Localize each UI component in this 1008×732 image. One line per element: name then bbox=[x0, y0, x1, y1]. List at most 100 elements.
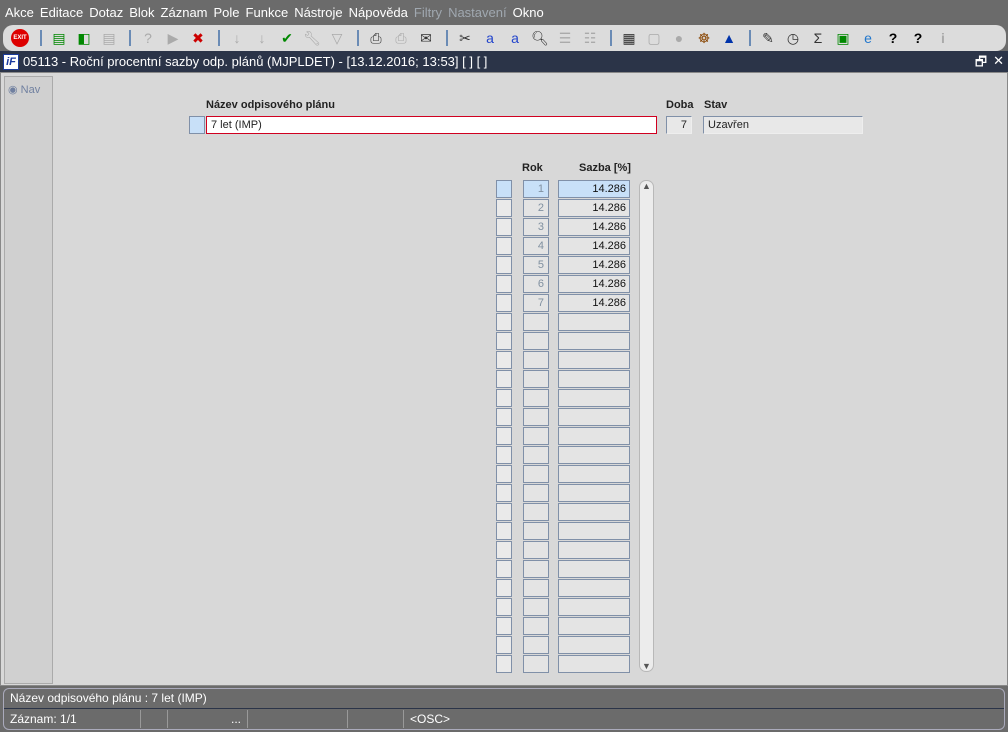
check-icon[interactable]: ✔ bbox=[276, 28, 298, 48]
row-indicator[interactable] bbox=[496, 180, 512, 198]
sazba-cell[interactable] bbox=[558, 503, 630, 521]
row-indicator[interactable] bbox=[496, 313, 512, 331]
row-indicator[interactable] bbox=[496, 218, 512, 236]
row-indicator[interactable] bbox=[496, 351, 512, 369]
sazba-cell[interactable] bbox=[558, 313, 630, 331]
menu-item[interactable]: Nastavení bbox=[448, 5, 507, 20]
menu-item[interactable]: Záznam bbox=[161, 5, 208, 20]
print-icon[interactable]: ⎙ bbox=[365, 28, 387, 48]
row-indicator[interactable] bbox=[496, 522, 512, 540]
rok-cell[interactable] bbox=[523, 408, 549, 426]
row-indicator[interactable] bbox=[496, 237, 512, 255]
wheel-icon[interactable]: ☸ bbox=[693, 28, 715, 48]
sazba-cell[interactable] bbox=[558, 484, 630, 502]
sazba-cell[interactable] bbox=[558, 408, 630, 426]
row-indicator[interactable] bbox=[496, 199, 512, 217]
scroll-up-icon[interactable]: ▲ bbox=[640, 181, 653, 191]
export-icon[interactable]: ▦ bbox=[618, 28, 640, 48]
rok-cell[interactable] bbox=[523, 332, 549, 350]
sazba-cell[interactable] bbox=[558, 636, 630, 654]
rok-cell[interactable]: 6 bbox=[523, 275, 549, 293]
rok-cell[interactable] bbox=[523, 503, 549, 521]
rok-cell[interactable] bbox=[523, 313, 549, 331]
row-indicator[interactable] bbox=[496, 465, 512, 483]
rok-cell[interactable] bbox=[523, 541, 549, 559]
query-enter-icon[interactable]: ? bbox=[137, 28, 159, 48]
sazba-cell[interactable]: 14.286 bbox=[558, 218, 630, 236]
scrollbar[interactable]: ▲ ▼ bbox=[639, 180, 654, 672]
sazba-cell[interactable] bbox=[558, 351, 630, 369]
rok-cell[interactable] bbox=[523, 389, 549, 407]
menu-item[interactable]: Editace bbox=[40, 5, 83, 20]
rok-cell[interactable]: 4 bbox=[523, 237, 549, 255]
sazba-cell[interactable] bbox=[558, 465, 630, 483]
rok-cell[interactable] bbox=[523, 446, 549, 464]
sazba-cell[interactable] bbox=[558, 655, 630, 673]
sazba-cell[interactable]: 14.286 bbox=[558, 199, 630, 217]
rok-cell[interactable] bbox=[523, 522, 549, 540]
sazba-cell[interactable]: 14.286 bbox=[558, 256, 630, 274]
row-indicator[interactable] bbox=[496, 579, 512, 597]
rok-cell[interactable]: 1 bbox=[523, 180, 549, 198]
sazba-cell[interactable] bbox=[558, 370, 630, 388]
row-indicator[interactable] bbox=[496, 503, 512, 521]
excel-icon[interactable]: ▣ bbox=[832, 28, 854, 48]
sazba-cell[interactable] bbox=[558, 617, 630, 635]
row-indicator[interactable] bbox=[496, 636, 512, 654]
row-indicator[interactable] bbox=[496, 275, 512, 293]
menu-item[interactable]: Pole bbox=[214, 5, 240, 20]
row-indicator[interactable] bbox=[496, 598, 512, 616]
scroll-down-icon[interactable]: ▼ bbox=[640, 661, 653, 671]
row-indicator[interactable] bbox=[496, 370, 512, 388]
sazba-cell[interactable]: 14.286 bbox=[558, 237, 630, 255]
nav-panel[interactable]: ◉ Nav bbox=[4, 76, 53, 684]
rok-cell[interactable] bbox=[523, 484, 549, 502]
rok-cell[interactable] bbox=[523, 579, 549, 597]
info-icon[interactable]: i bbox=[932, 28, 954, 48]
sazba-cell[interactable]: 14.286 bbox=[558, 294, 630, 312]
print-queue-icon[interactable]: ⎙ bbox=[390, 28, 412, 48]
sazba-cell[interactable] bbox=[558, 541, 630, 559]
rok-cell[interactable] bbox=[523, 465, 549, 483]
duplicate-record-icon[interactable]: ◧ bbox=[73, 28, 95, 48]
rok-cell[interactable] bbox=[523, 427, 549, 445]
menu-item[interactable]: Dotaz bbox=[89, 5, 123, 20]
row-indicator[interactable] bbox=[496, 655, 512, 673]
sazba-cell[interactable] bbox=[558, 598, 630, 616]
query-execute-icon[interactable]: ▶ bbox=[162, 28, 184, 48]
list-icon[interactable]: ☰ bbox=[554, 28, 576, 48]
sazba-cell[interactable] bbox=[558, 332, 630, 350]
copy-icon[interactable]: a bbox=[479, 28, 501, 48]
row-indicator[interactable] bbox=[496, 560, 512, 578]
filter-icon[interactable]: ▽ bbox=[326, 28, 348, 48]
sazba-cell[interactable] bbox=[558, 446, 630, 464]
help-context-icon[interactable]: ? bbox=[882, 28, 904, 48]
sort-desc-icon[interactable]: ↓ bbox=[251, 28, 273, 48]
notes-icon[interactable]: ✎ bbox=[757, 28, 779, 48]
rok-cell[interactable] bbox=[523, 655, 549, 673]
mail-icon[interactable]: ✉ bbox=[415, 28, 437, 48]
menu-item[interactable]: Filtry bbox=[414, 5, 442, 20]
record-indicator[interactable] bbox=[189, 116, 205, 134]
sazba-cell[interactable] bbox=[558, 560, 630, 578]
sazba-cell[interactable] bbox=[558, 522, 630, 540]
row-indicator[interactable] bbox=[496, 294, 512, 312]
menu-item[interactable]: Blok bbox=[129, 5, 154, 20]
sazba-cell[interactable] bbox=[558, 579, 630, 597]
document-icon[interactable]: ▢ bbox=[643, 28, 665, 48]
rok-cell[interactable] bbox=[523, 351, 549, 369]
insert-record-icon[interactable]: ▤ bbox=[48, 28, 70, 48]
globe-icon[interactable]: ● bbox=[668, 28, 690, 48]
row-indicator[interactable] bbox=[496, 541, 512, 559]
delete-record-icon[interactable]: ▤ bbox=[98, 28, 120, 48]
sazba-cell[interactable]: 14.286 bbox=[558, 275, 630, 293]
help-icon[interactable]: ? bbox=[907, 28, 929, 48]
row-indicator[interactable] bbox=[496, 332, 512, 350]
rok-cell[interactable] bbox=[523, 636, 549, 654]
menu-item[interactable]: Okno bbox=[513, 5, 544, 20]
sazba-cell[interactable] bbox=[558, 427, 630, 445]
menu-item[interactable]: Funkce bbox=[246, 5, 289, 20]
rok-cell[interactable]: 2 bbox=[523, 199, 549, 217]
menu-item[interactable]: Nápověda bbox=[349, 5, 408, 20]
rok-cell[interactable] bbox=[523, 598, 549, 616]
